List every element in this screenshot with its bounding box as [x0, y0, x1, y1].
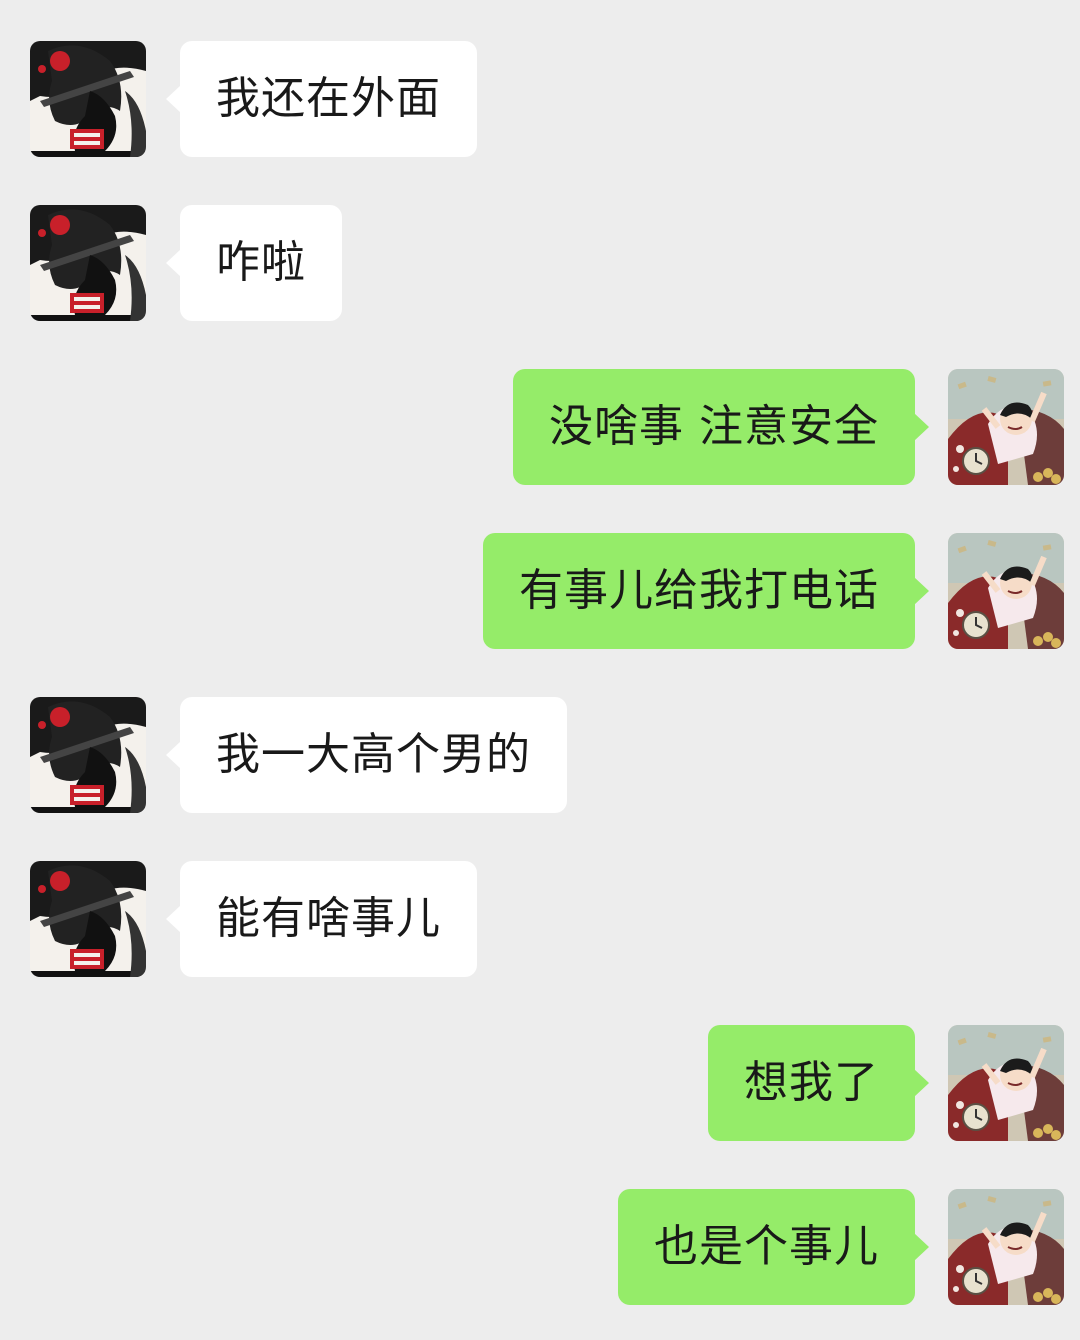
incoming-message-bubble[interactable]: 我一大高个男的 [180, 697, 567, 813]
ink-warrior-avatar[interactable] [30, 41, 146, 157]
message-row: 能有啥事儿 [0, 861, 1080, 979]
cartoon-girl-avatar[interactable] [948, 369, 1064, 485]
cartoon-girl-avatar[interactable] [948, 1025, 1064, 1141]
outgoing-message-bubble[interactable]: 有事儿给我打电话 [483, 533, 915, 649]
message-row: 咋啦 [0, 205, 1080, 323]
bubble-tail [166, 741, 181, 769]
bubble-tail [914, 577, 929, 605]
message-row: 有事儿给我打电话 [0, 533, 1080, 651]
bubble-tail [166, 905, 181, 933]
message-row: 我还在外面 [0, 41, 1080, 159]
ink-warrior-avatar[interactable] [30, 205, 146, 321]
bubble-tail [166, 85, 181, 113]
message-row: 没啥事 注意安全 [0, 369, 1080, 487]
chat-message-list[interactable]: 我还在外面 咋啦 没啥事 注意安全 有事儿给我打电话 我一大高个男的 能有啥事儿… [0, 0, 1080, 1340]
incoming-message-bubble[interactable]: 咋啦 [180, 205, 342, 321]
message-row: 也是个事儿 [0, 1189, 1080, 1307]
bubble-tail [914, 413, 929, 441]
incoming-message-bubble[interactable]: 能有啥事儿 [180, 861, 477, 977]
incoming-message-bubble[interactable]: 我还在外面 [180, 41, 477, 157]
bubble-tail [914, 1069, 929, 1097]
outgoing-message-bubble[interactable]: 没啥事 注意安全 [513, 369, 915, 485]
bubble-tail [166, 249, 181, 277]
bubble-tail [914, 1233, 929, 1261]
message-row: 我一大高个男的 [0, 697, 1080, 815]
ink-warrior-avatar[interactable] [30, 861, 146, 977]
cartoon-girl-avatar[interactable] [948, 533, 1064, 649]
outgoing-message-bubble[interactable]: 也是个事儿 [618, 1189, 915, 1305]
outgoing-message-bubble[interactable]: 想我了 [708, 1025, 915, 1141]
ink-warrior-avatar[interactable] [30, 697, 146, 813]
cartoon-girl-avatar[interactable] [948, 1189, 1064, 1305]
message-row: 想我了 [0, 1025, 1080, 1143]
